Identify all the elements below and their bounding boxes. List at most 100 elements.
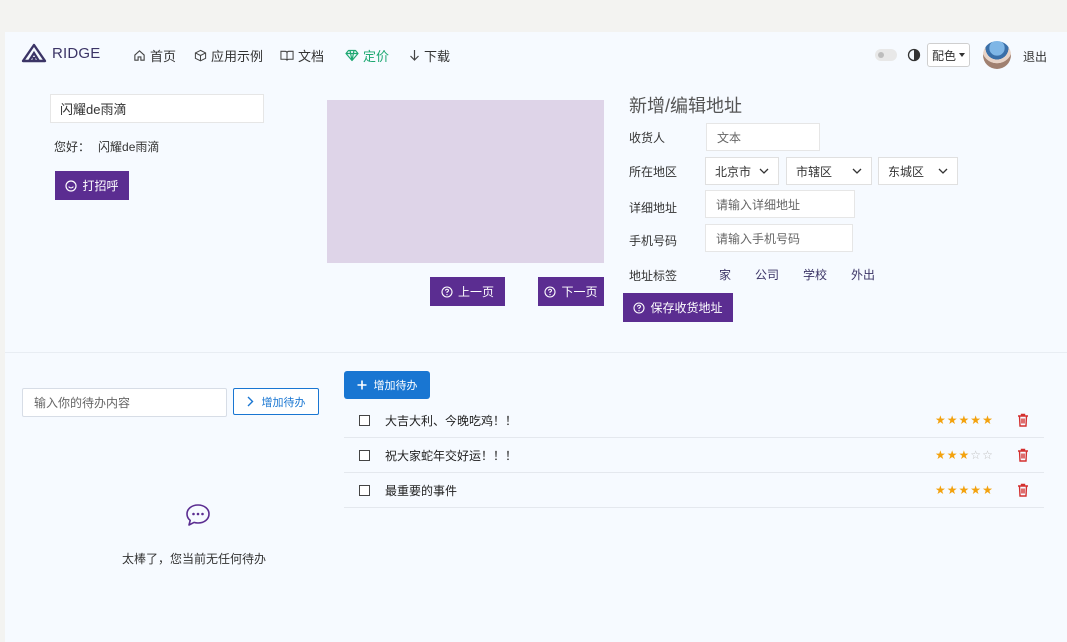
- smile-icon: [65, 179, 78, 192]
- help-circle-icon: [544, 285, 557, 298]
- phone-label: 手机号码: [629, 234, 678, 248]
- navbar: RIDGE 首页 应用示例 文档 定价 下载 配色 退出: [5, 32, 1067, 78]
- nav-item-pricing[interactable]: 定价: [345, 46, 389, 65]
- trash-icon[interactable]: [1017, 483, 1029, 497]
- add-todo-button[interactable]: 增加待办: [344, 371, 430, 399]
- receiver-input[interactable]: 文本: [706, 123, 820, 151]
- empty-state-text: 太棒了，您当前无任何待办: [122, 552, 267, 566]
- logout-link[interactable]: 退出: [1023, 48, 1047, 65]
- city-select[interactable]: 市辖区: [786, 157, 872, 185]
- todo-row: 最重要的事件 ★★★★★: [344, 473, 1044, 508]
- star-filled-icon[interactable]: ★: [959, 413, 971, 427]
- ridge-logo-icon: [21, 43, 47, 63]
- prev-page-label: 上一页: [457, 285, 494, 299]
- phone-input[interactable]: 请输入手机号码: [705, 224, 853, 252]
- star-filled-icon[interactable]: ★: [947, 413, 959, 427]
- nav-item-label: 文档: [298, 49, 325, 64]
- name-input[interactable]: 闪耀de雨滴: [50, 94, 264, 123]
- prev-page-button[interactable]: 上一页: [430, 277, 505, 306]
- book-icon: [280, 50, 294, 61]
- todo-text: 大吉大利、今晚吃鸡！！: [385, 413, 518, 428]
- star-empty-icon[interactable]: ☆: [982, 448, 994, 462]
- rating-stars[interactable]: ★★★★★: [935, 413, 994, 427]
- save-address-button[interactable]: 保存收货地址: [623, 293, 733, 322]
- help-circle-icon: [441, 285, 453, 298]
- address-tag-label: 地址标签: [629, 269, 678, 283]
- city-value: 市辖区: [796, 164, 833, 179]
- star-filled-icon[interactable]: ★: [935, 448, 947, 462]
- home-icon: [134, 50, 145, 61]
- contrast-icon[interactable]: [907, 48, 921, 62]
- todo-input[interactable]: 输入你的待办内容: [22, 388, 227, 417]
- star-filled-icon[interactable]: ★: [935, 413, 947, 427]
- chevron-right-icon: [247, 396, 253, 407]
- chevron-down-icon: [852, 168, 862, 174]
- nav-item-docs[interactable]: 文档: [280, 46, 324, 65]
- detail-address-label: 详细地址: [629, 201, 678, 215]
- address-tag-home[interactable]: 家: [719, 266, 731, 283]
- nav-item-download[interactable]: 下载: [409, 46, 450, 65]
- add-todo-label: 增加待办: [261, 396, 306, 409]
- star-filled-icon[interactable]: ★: [947, 483, 959, 497]
- theme-toggle[interactable]: [875, 49, 897, 61]
- nav-item-examples[interactable]: 应用示例: [194, 46, 263, 65]
- plus-icon: [357, 380, 366, 390]
- box-icon: [194, 49, 207, 62]
- star-filled-icon[interactable]: ★: [970, 413, 982, 427]
- diamond-icon: [345, 49, 359, 62]
- detail-address-input[interactable]: 请输入详细地址: [705, 190, 855, 218]
- download-icon: [410, 50, 419, 61]
- caret-down-icon: [959, 53, 965, 57]
- section-divider: [5, 352, 1067, 353]
- chevron-down-icon: [759, 168, 769, 174]
- chat-bubble-icon: [186, 504, 210, 526]
- greet-button-label: 打招呼: [82, 179, 119, 193]
- todo-row: 祝大家蛇年交好运！！！ ★★★☆☆: [344, 438, 1044, 473]
- add-todo-button-outline[interactable]: 增加待办: [233, 388, 319, 415]
- save-address-label: 保存收货地址: [650, 301, 723, 315]
- trash-icon[interactable]: [1017, 413, 1029, 427]
- nav-item-label: 首页: [150, 49, 177, 64]
- form-title: 新增/编辑地址: [629, 96, 743, 116]
- star-filled-icon[interactable]: ★: [947, 448, 959, 462]
- address-tag-school[interactable]: 学校: [803, 266, 827, 283]
- region-label: 所在地区: [629, 165, 678, 179]
- chevron-down-icon: [938, 168, 948, 174]
- star-filled-icon[interactable]: ★: [982, 483, 994, 497]
- next-page-button[interactable]: 下一页: [538, 277, 604, 306]
- star-filled-icon[interactable]: ★: [959, 483, 971, 497]
- avatar[interactable]: [983, 41, 1011, 69]
- todo-row: 大吉大利、今晚吃鸡！！ ★★★★★: [344, 403, 1044, 438]
- todo-checkbox[interactable]: [359, 449, 370, 461]
- district-value: 东城区: [888, 164, 925, 179]
- add-todo-label: 增加待办: [373, 380, 418, 392]
- help-circle-icon: [633, 301, 646, 314]
- rating-stars[interactable]: ★★★☆☆: [935, 448, 994, 462]
- todo-text: 祝大家蛇年交好运！！！: [385, 448, 518, 463]
- star-filled-icon[interactable]: ★: [982, 413, 994, 427]
- rating-stars[interactable]: ★★★★★: [935, 483, 994, 497]
- star-filled-icon[interactable]: ★: [935, 483, 947, 497]
- nav-item-home[interactable]: 首页: [133, 46, 176, 65]
- todo-text: 最重要的事件: [385, 483, 458, 498]
- logo-text: RIDGE: [52, 44, 101, 62]
- greeting-prefix: 您好：: [54, 140, 91, 154]
- province-select[interactable]: 北京市: [705, 157, 779, 185]
- nav-item-label: 应用示例: [211, 49, 264, 64]
- receiver-label: 收货人: [629, 131, 666, 145]
- logo[interactable]: RIDGE: [21, 43, 101, 63]
- trash-icon[interactable]: [1017, 448, 1029, 462]
- todo-checkbox[interactable]: [359, 484, 370, 496]
- address-tag-outing[interactable]: 外出: [851, 266, 875, 283]
- province-value: 北京市: [715, 164, 752, 179]
- address-tag-company[interactable]: 公司: [755, 266, 779, 283]
- star-empty-icon[interactable]: ☆: [970, 448, 982, 462]
- greet-button[interactable]: 打招呼: [55, 171, 129, 200]
- district-select[interactable]: 东城区: [878, 157, 958, 185]
- color-scheme-dropdown[interactable]: 配色: [927, 43, 970, 67]
- preview-panel: [327, 100, 604, 263]
- todo-checkbox[interactable]: [359, 414, 370, 426]
- star-filled-icon[interactable]: ★: [959, 448, 971, 462]
- star-filled-icon[interactable]: ★: [970, 483, 982, 497]
- nav-item-label: 下载: [424, 49, 451, 64]
